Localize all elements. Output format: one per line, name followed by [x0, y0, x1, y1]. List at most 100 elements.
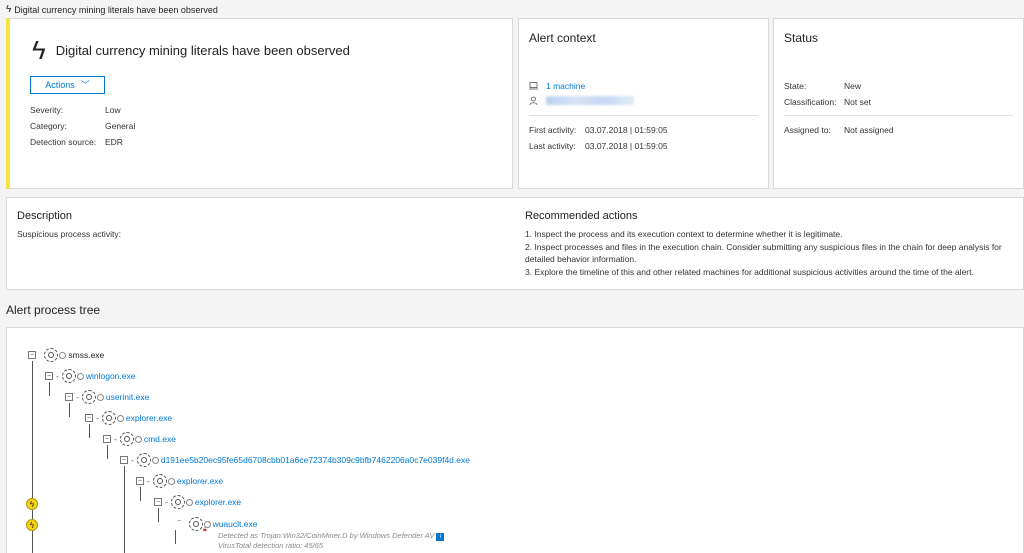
process-node[interactable]: − - cmd.exe	[103, 432, 176, 446]
description-panel: Description Suspicious process activity:…	[6, 197, 1024, 290]
process-link[interactable]: d191ee5b20ec95fe65d6708cbb01a6ce72374b30…	[161, 455, 470, 465]
recommended-actions-title: Recommended actions	[525, 210, 638, 222]
divider	[529, 115, 758, 116]
recommended-actions-list: 1. Inspect the process and its execution…	[525, 228, 1017, 278]
breadcrumb: ϟ Digital currency mining literals have …	[6, 3, 218, 17]
process-link[interactable]: explorer.exe	[126, 413, 172, 423]
process-node[interactable]: − smss.exe	[28, 348, 104, 362]
machine-link-row: 1 machine	[529, 81, 585, 91]
actions-button[interactable]: Actions ﹀	[30, 76, 105, 94]
process-gear-icon	[119, 432, 134, 446]
process-status-icon	[167, 477, 175, 485]
process-link[interactable]: winlogon.exe	[86, 371, 136, 381]
tree-connector	[49, 382, 50, 396]
lightning-icon: ϟ	[6, 4, 12, 15]
first-activity-label: First activity:	[529, 125, 577, 135]
process-node[interactable]: ‾ 🔒︎ wuauclt.exe	[175, 517, 258, 533]
tree-connector	[89, 424, 90, 438]
collapse-icon[interactable]: −	[103, 435, 111, 443]
process-node[interactable]: − - winlogon.exe	[45, 369, 135, 383]
recommended-action-item: 2. Inspect processes and files in the ex…	[525, 241, 1002, 265]
classification-value: Not set	[844, 97, 871, 107]
alert-context-title: Alert context	[529, 31, 596, 45]
alert-summary-panel: ϟ Digital currency mining literals have …	[6, 18, 513, 189]
process-node[interactable]: − - explorer.exe	[136, 474, 223, 488]
category-value: General	[105, 121, 136, 131]
assigned-to-value: Not assigned	[844, 125, 894, 135]
divider	[784, 115, 1013, 116]
process-status-icon	[76, 372, 84, 380]
assigned-to-label: Assigned to:	[784, 125, 831, 135]
tree-connector	[107, 445, 108, 459]
status-panel: Status State: New Classification: Not se…	[773, 18, 1024, 189]
alert-title: Digital currency mining literals have be…	[55, 42, 350, 58]
process-status-icon	[151, 456, 159, 464]
process-node[interactable]: − - d191ee5b20ec95fe65d6708cbb01a6ce7237…	[120, 453, 470, 467]
assignment-details: Assigned to: Not assigned	[784, 125, 894, 135]
tree-connector	[69, 403, 70, 417]
classification-label: Classification:	[784, 97, 837, 107]
lock-icon: 🔒︎	[203, 526, 207, 533]
alert-bolt-icon[interactable]: ϟ	[26, 498, 38, 510]
process-status-icon	[185, 498, 193, 506]
collapse-icon[interactable]: −	[45, 372, 53, 380]
state-value: New	[844, 81, 862, 91]
process-link[interactable]: explorer.exe	[195, 497, 241, 507]
process-gear-icon	[44, 348, 59, 362]
description-title: Description	[17, 210, 73, 222]
state-label: State:	[784, 81, 807, 91]
process-gear-icon	[170, 495, 185, 509]
process-link[interactable]: wuauclt.exe	[213, 519, 258, 529]
tree-connector	[140, 487, 141, 501]
process-tree-panel: − smss.exe − - winlogon.exe − - userinit…	[6, 327, 1024, 553]
machine-icon	[529, 82, 538, 90]
tree-connector	[124, 466, 125, 553]
collapse-icon[interactable]: −	[28, 351, 36, 359]
description-text: Suspicious process activity:	[17, 229, 121, 239]
collapse-icon[interactable]: −	[154, 498, 162, 506]
actions-label: Actions	[45, 80, 75, 90]
process-status-icon	[96, 393, 104, 401]
alert-bolt-icon[interactable]: ϟ	[26, 519, 38, 531]
redacted-user-link[interactable]	[546, 96, 634, 105]
process-name: smss.exe	[68, 350, 105, 360]
detection-source-label: Detection source:	[30, 137, 97, 147]
process-status-icon	[116, 414, 124, 422]
detection-text: Detected as Trojan:Win32/CoinMiner.D by …	[218, 531, 435, 540]
machine-link[interactable]: 1 machine	[546, 81, 585, 91]
process-link[interactable]: explorer.exe	[177, 476, 223, 486]
lightning-icon: ϟ	[32, 35, 46, 65]
first-activity-value: 03.07.2018 | 01:59:05	[585, 125, 668, 135]
collapse-icon[interactable]: −	[136, 477, 144, 485]
process-gear-icon	[101, 411, 116, 425]
status-title: Status	[784, 31, 819, 45]
collapse-icon[interactable]: −	[85, 414, 93, 422]
process-status-icon	[59, 351, 67, 359]
severity-label: Severity:	[30, 105, 64, 115]
breadcrumb-label: Digital currency mining literals have be…	[14, 5, 218, 15]
process-node[interactable]: − - userinit.exe	[65, 390, 149, 404]
user-row	[529, 96, 634, 105]
alert-context-panel: Alert context 1 machine First activity: …	[518, 18, 769, 189]
process-link[interactable]: userinit.exe	[106, 392, 149, 402]
process-gear-icon	[61, 369, 76, 383]
status-details: State: New Classification: Not set	[784, 81, 871, 107]
process-link[interactable]: cmd.exe	[144, 434, 176, 444]
process-tree-title: Alert process tree	[6, 303, 101, 317]
process-gear-icon	[81, 390, 96, 404]
tree-connector	[158, 508, 159, 522]
collapse-icon[interactable]: −	[65, 393, 73, 401]
detection-source-value: EDR	[105, 137, 123, 147]
recommended-action-item: 1. Inspect the process and its execution…	[525, 229, 843, 239]
process-node[interactable]: − - explorer.exe	[154, 495, 241, 509]
process-gear-icon	[136, 453, 151, 467]
process-node[interactable]: − - explorer.exe	[85, 411, 172, 425]
info-icon[interactable]: i	[436, 533, 445, 541]
collapse-icon[interactable]: −	[120, 456, 128, 464]
recommended-action-item: 3. Explore the timeline of this and othe…	[525, 266, 974, 277]
process-gear-icon	[188, 517, 203, 531]
user-icon	[529, 96, 538, 105]
activity-details: First activity: 03.07.2018 | 01:59:05 La…	[529, 125, 668, 151]
tree-connector	[175, 530, 176, 544]
process-gear-icon	[152, 474, 167, 488]
